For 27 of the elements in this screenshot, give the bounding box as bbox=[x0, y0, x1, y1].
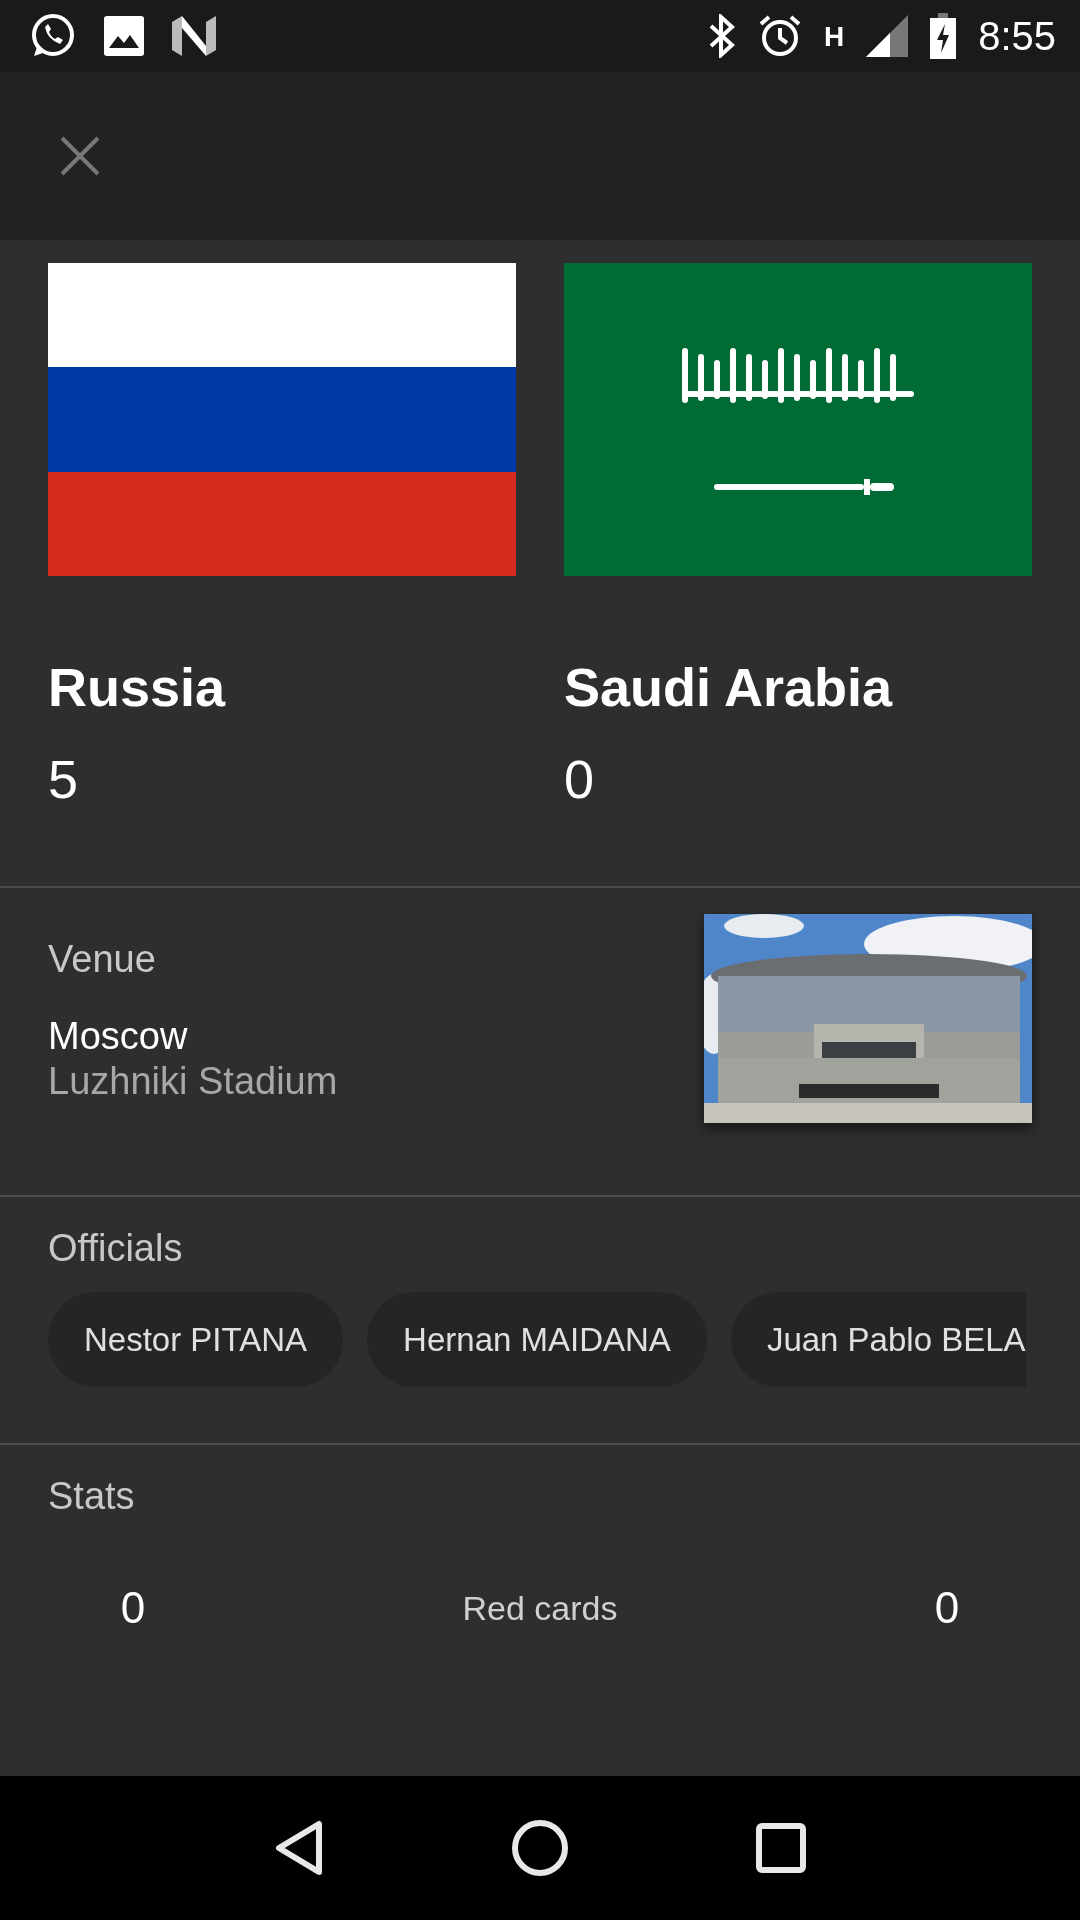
section-label: Officials bbox=[48, 1227, 183, 1269]
team-name: Russia bbox=[48, 656, 227, 718]
section-label: Venue bbox=[48, 938, 157, 981]
bluetooth-icon bbox=[707, 14, 736, 58]
clock-time: 8:55 bbox=[978, 13, 1056, 59]
venue-city: Moscow bbox=[48, 1015, 189, 1058]
back-icon[interactable] bbox=[273, 1820, 324, 1876]
signal-icon bbox=[866, 15, 909, 57]
section-label: Stats bbox=[48, 1475, 135, 1517]
official-chip[interactable]: Juan Pablo BELA bbox=[730, 1292, 1026, 1387]
team-score: 0 bbox=[564, 748, 596, 810]
official-chip[interactable]: Nestor PITANA bbox=[48, 1292, 344, 1387]
team-score: 5 bbox=[48, 748, 80, 810]
battery-charging-icon bbox=[930, 13, 957, 59]
n-logo-icon bbox=[172, 16, 216, 56]
stat-label: Red cards bbox=[461, 1588, 619, 1628]
home-icon[interactable] bbox=[511, 1819, 569, 1877]
venue-stadium: Luzhniki Stadium bbox=[48, 1060, 339, 1103]
home-stat-value: 0 bbox=[119, 1583, 147, 1633]
official-chip[interactable]: Hernan MAIDANA bbox=[367, 1292, 707, 1387]
recent-apps-icon[interactable] bbox=[756, 1823, 807, 1873]
alarm-icon bbox=[757, 14, 802, 58]
team-name: Saudi Arabia bbox=[564, 656, 894, 718]
close-icon[interactable] bbox=[60, 136, 100, 176]
away-stat-value: 0 bbox=[933, 1583, 961, 1633]
image-icon bbox=[104, 16, 144, 56]
network-type: H bbox=[823, 21, 845, 53]
